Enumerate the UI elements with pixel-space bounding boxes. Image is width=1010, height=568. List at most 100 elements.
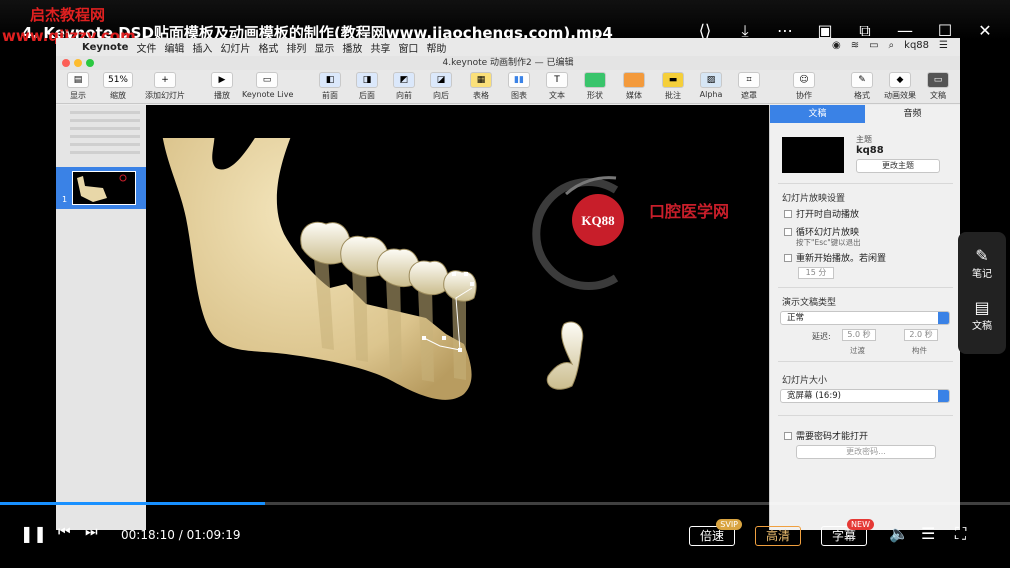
zoom-dot-icon xyxy=(86,59,94,67)
collaborate-tool: ☺ 协作 xyxy=(784,72,824,101)
chevron-down-icon xyxy=(938,390,949,402)
slide-thumbnail-selected: 1 xyxy=(56,167,146,209)
jaw-illustration: KQ88 口腔医学网 xyxy=(159,85,729,400)
add-slide-label: 添加幻灯片 xyxy=(145,91,185,100)
notes-button[interactable]: ✎ 笔记 xyxy=(958,246,1006,280)
forward-icon: ◩ xyxy=(393,72,415,88)
media-icon xyxy=(623,72,645,88)
pause-icon[interactable]: ❚❚ xyxy=(20,524,47,543)
watermark-cn: 启杰教程网 xyxy=(30,6,106,24)
divider xyxy=(778,287,953,288)
progress-fill xyxy=(0,502,265,505)
chart-label: 图表 xyxy=(511,91,527,100)
tab-document: 文稿 xyxy=(770,105,865,123)
fullscreen-icon[interactable]: ⛶ xyxy=(955,524,966,544)
divider xyxy=(778,361,953,362)
menu-view: 显示 xyxy=(314,43,335,55)
table-label: 表格 xyxy=(473,91,489,100)
text-label: 文本 xyxy=(549,91,565,100)
checkbox-box xyxy=(784,209,792,218)
document-tool: ▭ 文稿 xyxy=(918,72,958,101)
search-icon: ⌕ xyxy=(888,40,895,51)
list-icon: ☰ xyxy=(939,40,948,51)
menu-format: 格式 xyxy=(258,43,279,55)
close-dot-icon xyxy=(62,59,70,67)
menu-slide: 幻灯片 xyxy=(220,43,251,55)
mask-label: 遮罩 xyxy=(741,91,757,100)
menu-window: 窗口 xyxy=(398,43,419,55)
side-panel: ✎ 笔记 ▤ 文稿 xyxy=(958,232,1006,354)
video-player[interactable]: 4. Keynote DSD贴面模板及动画模板的制作(教程网www.jiaoch… xyxy=(0,0,1010,568)
slide-thumbnail xyxy=(72,171,136,205)
back-tool: ◨ 后面 xyxy=(347,72,387,101)
comment-label: 批注 xyxy=(665,91,681,100)
restart-label: 重新开始播放。若闲置 xyxy=(796,254,887,264)
shape-icon xyxy=(584,72,606,88)
menu-edit: 编辑 xyxy=(164,43,185,55)
back-icon: ◨ xyxy=(356,72,378,88)
password-label: 需要密码才能打开 xyxy=(796,432,869,442)
menu-insert: 插入 xyxy=(192,43,213,55)
front-tool: ◧ 前面 xyxy=(310,72,350,101)
mask-tool: ⌗ 遮罩 xyxy=(729,72,769,101)
front-label: 前面 xyxy=(322,91,338,100)
time-display: 00:18:10 / 01:09:19 xyxy=(121,528,241,542)
play-label: 播放 xyxy=(214,91,230,100)
subtitle-label: 字幕 xyxy=(831,529,856,543)
play-tool: ▶ 播放 xyxy=(202,72,242,101)
add-slide-tool: + 添加幻灯片 xyxy=(142,72,188,101)
record-icon: ◉ xyxy=(831,40,841,51)
delay-label: 延迟: xyxy=(812,332,831,341)
notes-icon: ✎ xyxy=(975,246,989,265)
previous-icon[interactable]: ⏮ xyxy=(58,524,71,540)
current-time: 00:18:10 xyxy=(121,528,175,542)
table-icon: ▦ xyxy=(470,72,492,88)
checkbox-box xyxy=(784,253,792,262)
animate-tool: ◆ 动画效果 xyxy=(880,72,920,101)
front-icon: ◧ xyxy=(319,72,341,88)
notes-label: 笔记 xyxy=(972,269,992,280)
checkbox-box xyxy=(784,431,792,440)
close-icon[interactable]: ✕ xyxy=(974,20,996,42)
collaborate-label: 协作 xyxy=(796,91,812,100)
duration: 01:09:19 xyxy=(186,528,241,542)
play-icon: ▶ xyxy=(211,72,233,88)
manuscript-button[interactable]: ▤ 文稿 xyxy=(958,298,1006,332)
alpha-icon: ▨ xyxy=(700,72,722,88)
single-tooth xyxy=(546,321,584,390)
svip-badge: SVIP xyxy=(716,519,742,530)
manuscript-label: 文稿 xyxy=(972,321,992,332)
mac-menubar: Keynote 文件 编辑 插入 幻灯片 格式 排列 显示 播放 共享 窗口 帮… xyxy=(56,38,960,56)
thumbnail-jaw-image xyxy=(77,174,127,202)
quality-button[interactable]: 高清 xyxy=(755,526,801,546)
document-label: 文稿 xyxy=(930,91,946,100)
text-icon: T xyxy=(546,72,568,88)
new-badge: NEW xyxy=(847,519,874,530)
canvas-top-area xyxy=(146,105,769,138)
airplay-icon: ▭ xyxy=(869,40,879,51)
shape-tool: 形状 xyxy=(575,72,615,101)
progress-bar[interactable] xyxy=(0,502,1010,505)
subtitle-button[interactable]: 字幕 NEW xyxy=(821,519,874,546)
idle-minutes-field: 15 分 xyxy=(798,267,834,279)
animate-icon: ◆ xyxy=(889,72,911,88)
change-password-button: 更改密码... xyxy=(796,445,936,459)
volume-icon[interactable]: 🔈 xyxy=(889,524,909,543)
next-icon[interactable]: ⏭ xyxy=(85,524,98,540)
build-delay-field: 2.0 秒 xyxy=(904,329,938,341)
backward-tool: ◪ 向后 xyxy=(421,72,461,101)
speed-label: 倍速 xyxy=(699,529,724,543)
playlist-icon[interactable]: ☰ xyxy=(921,524,935,543)
forward-label: 向前 xyxy=(396,91,412,100)
zoom-label: 缩放 xyxy=(110,91,126,100)
theme-label: 主题 xyxy=(856,135,872,144)
password-checkbox: 需要密码才能打开 xyxy=(784,429,868,442)
change-theme-button: 更改主题 xyxy=(856,159,940,173)
speed-button[interactable]: 倍速 SVIP xyxy=(689,519,742,546)
autoplay-label: 打开时自动播放 xyxy=(796,210,860,220)
shape-label: 形状 xyxy=(587,91,603,100)
back-label: 后面 xyxy=(359,91,375,100)
divider xyxy=(778,415,953,416)
table-tool: ▦ 表格 xyxy=(461,72,501,101)
chart-icon: ▮▮ xyxy=(508,72,530,88)
